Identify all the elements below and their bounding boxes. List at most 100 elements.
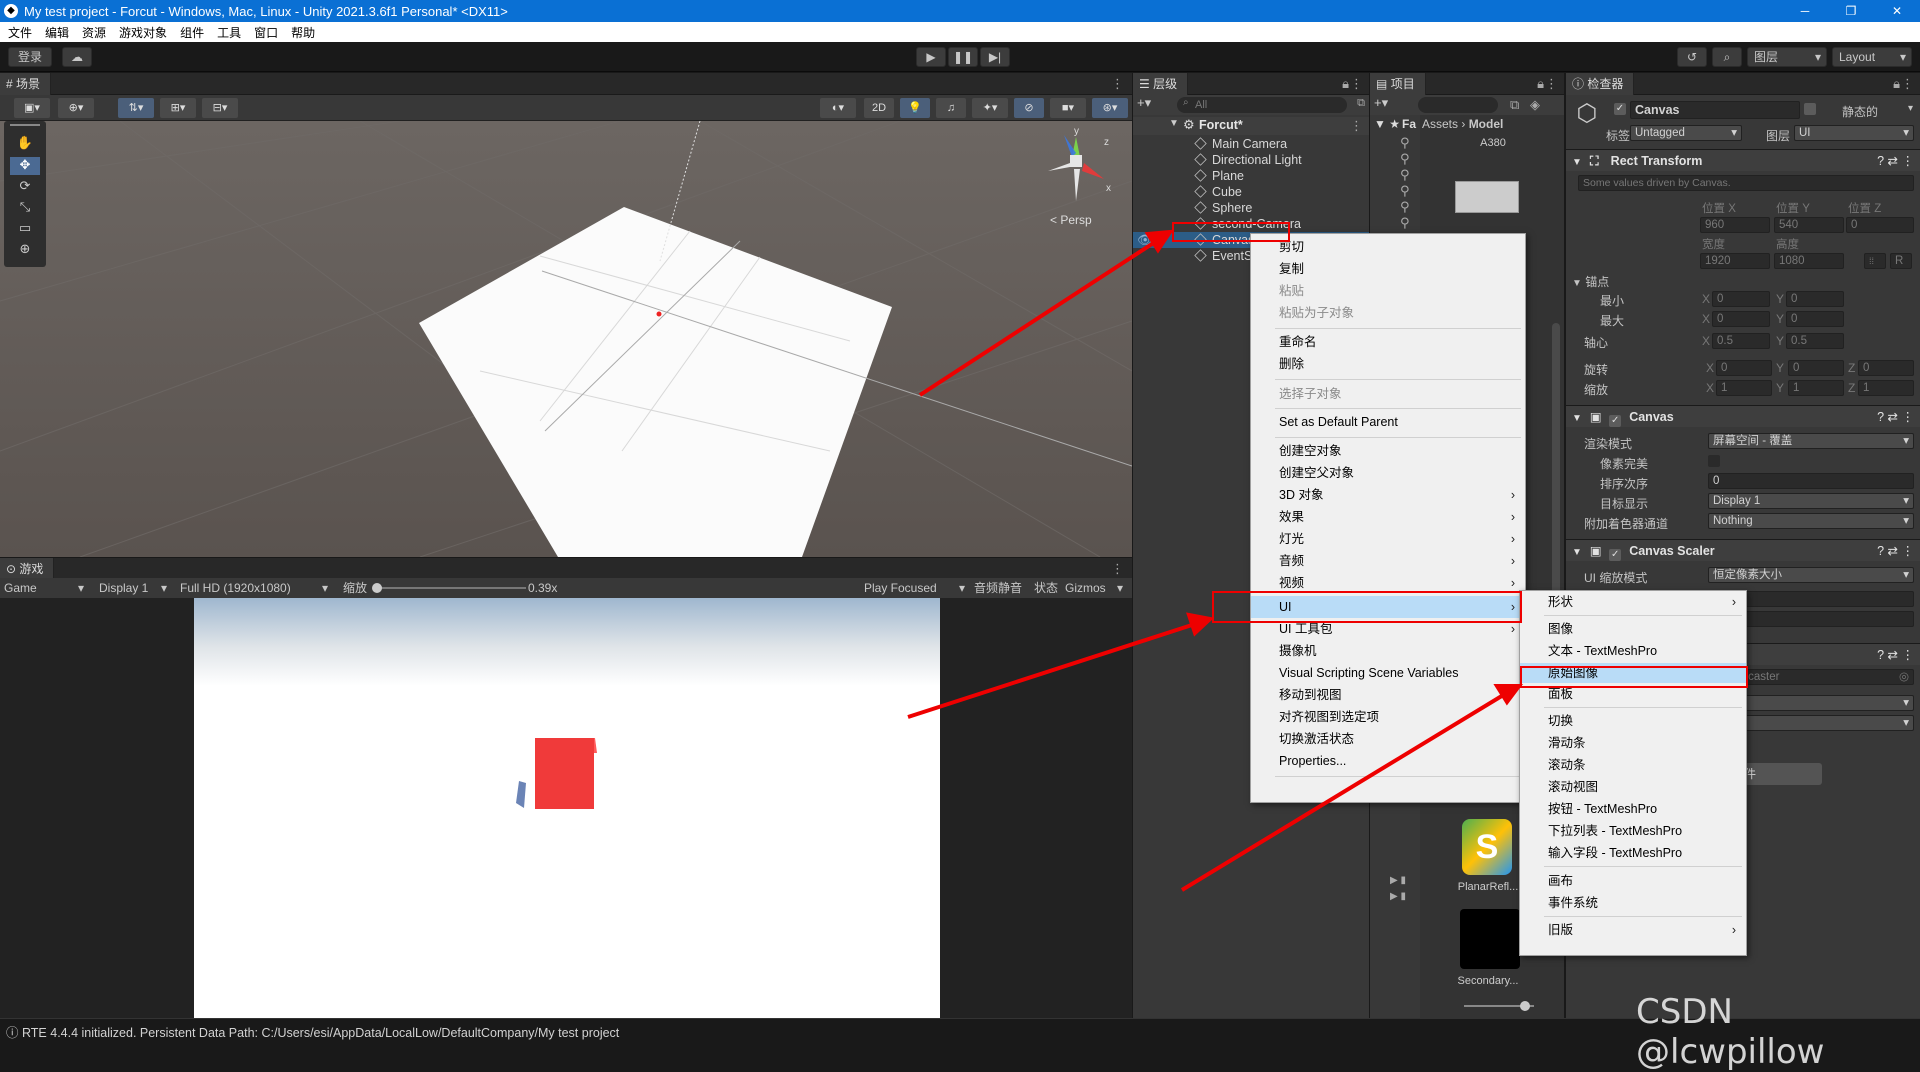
minimize-button[interactable]: ─ [1782, 0, 1828, 22]
target-display-dropdown[interactable]: Display 1 ▾ [1708, 493, 1914, 509]
menu-component[interactable]: 组件 [180, 24, 204, 41]
menu-item-align-view-to-selected[interactable]: 切换激活状态 [1251, 730, 1525, 748]
close-button[interactable]: ✕ [1874, 0, 1920, 22]
submenu-item-shape[interactable]: 形状 › [1520, 593, 1746, 611]
menu-item-delete[interactable]: 删除 [1251, 355, 1525, 373]
resolution-dropdown[interactable]: Full HD (1920x1080) ▾ [180, 578, 335, 598]
component-menu-icon[interactable]: ? ⇄ ⋮ [1877, 644, 1914, 666]
expand-arrow-icon[interactable]: ▼ [1572, 157, 1582, 168]
search-icon[interactable]: ⚲ [1400, 167, 1410, 183]
search-filter-icon[interactable]: ⧉ [1357, 97, 1365, 110]
tab-inspector[interactable]: ⓘ 检查器 [1566, 73, 1635, 95]
rotate-tool-icon[interactable]: ⟳ [10, 178, 40, 196]
rect-transform-header[interactable]: ▼ ⛶ Rect Transform ? ⇄ ⋮ [1566, 149, 1920, 171]
rect-tool-icon[interactable]: ▭ [10, 220, 40, 238]
pause-icon[interactable]: ❚❚ [948, 47, 978, 67]
component-menu-icon[interactable]: ? ⇄ ⋮ [1877, 540, 1914, 562]
render-texture-icon[interactable] [1460, 909, 1520, 969]
hierarchy-item[interactable]: EventS [1133, 248, 1252, 264]
search-icon[interactable]: ⚲ [1400, 135, 1410, 151]
scale-x-field[interactable]: 1 [1716, 380, 1772, 396]
expand-arrow-icon[interactable]: ▼ [1169, 118, 1179, 129]
menu-item-effects[interactable]: 效果 › [1251, 508, 1525, 526]
tab-hierarchy[interactable]: ☰ 层级 [1133, 73, 1189, 95]
canvas-scaler-header[interactable]: ▼ ▣ ✓ Canvas Scaler ? ⇄ ⋮ [1566, 539, 1920, 561]
sort-order-field[interactable]: 0 [1708, 473, 1914, 489]
menu-item-move-to-view[interactable]: 移动到视图 [1251, 686, 1525, 704]
scale-y-field[interactable]: 1 [1788, 380, 1844, 396]
panel-menu-icon[interactable]: ⋮ [1111, 561, 1124, 577]
object-name-field[interactable]: Canvas [1630, 101, 1800, 119]
tab-scene[interactable]: # 场景 [0, 73, 52, 95]
anchor-max-y-field[interactable]: 0 [1786, 311, 1844, 327]
component-enabled-checkbox[interactable]: ✓ [1609, 549, 1622, 561]
scale-z-field[interactable]: 1 [1858, 380, 1914, 396]
submenu-item-text-tmp[interactable]: 文本 - TextMeshPro [1520, 642, 1746, 660]
menu-item-audio[interactable]: 音频 › [1251, 552, 1525, 570]
menu-item-properties[interactable] [1251, 781, 1525, 799]
play-focused-dropdown[interactable]: Play Focused ▾ [864, 578, 968, 598]
menu-item-align-with-view[interactable]: 对齐视图到选定项 [1251, 708, 1525, 726]
menu-item-rename[interactable]: 重命名 [1251, 333, 1525, 351]
gizmos-icon[interactable]: ⊛▾ [1092, 98, 1128, 118]
menu-edit[interactable]: 编辑 [45, 24, 69, 41]
menu-tools[interactable]: 工具 [217, 24, 241, 41]
tab-game[interactable]: ⊙ 游戏 [0, 558, 55, 580]
scene-root-row[interactable]: ▼ ⚙ Forcut* ⋮ [1133, 117, 1369, 135]
play-icon[interactable]: ▶ [916, 47, 946, 67]
submenu-item-slider[interactable]: 滑动条 [1520, 734, 1746, 752]
submenu-item-input-field-tmp[interactable]: 输入字段 - TextMeshPro [1520, 844, 1746, 862]
lock-icon[interactable]: 🔒︎ [1537, 76, 1544, 92]
transform-tool-icon[interactable]: ⊕ [10, 241, 40, 259]
draw-mode-icon[interactable]: ▣▾ [14, 98, 50, 118]
submenu-item-image[interactable]: 图像 [1520, 620, 1746, 638]
hand-tool-icon[interactable]: ✋ [10, 135, 40, 153]
texture-thumbnail[interactable] [1455, 181, 1519, 213]
target-icon[interactable]: ◎ [1899, 670, 1909, 684]
search-icon[interactable]: ⚲ [1400, 183, 1410, 199]
anchor-min-y-field[interactable]: 0 [1786, 291, 1844, 307]
search-icon[interactable]: ⚲ [1400, 151, 1410, 167]
chevron-down-icon[interactable]: ▾ [1908, 103, 1913, 114]
pos-z-field[interactable]: 0 [1846, 217, 1914, 233]
submenu-item-dropdown-tmp[interactable]: 下拉列表 - TextMeshPro [1520, 822, 1746, 840]
rotation-x-field[interactable]: 0 [1716, 360, 1772, 376]
anchors-label[interactable]: ▼ 锚点 [1572, 273, 1609, 290]
move-tool-icon[interactable]: ✥ [10, 157, 40, 175]
render-mode-dropdown[interactable]: 屏幕空间 - 覆盖 ▾ [1708, 433, 1914, 449]
pixel-perfect-checkbox[interactable] [1708, 455, 1720, 467]
add-icon[interactable]: +▾ [1137, 95, 1151, 111]
folder-icon[interactable]: ▶ ▮ [1390, 891, 1406, 902]
menu-window[interactable]: 窗口 [254, 24, 278, 41]
history-icon[interactable]: ↺ [1677, 47, 1707, 67]
canvas-component-header[interactable]: ▼ ▣ ✓ Canvas ? ⇄ ⋮ [1566, 405, 1920, 427]
scale-tool-icon[interactable]: ⤡ [10, 199, 40, 217]
add-icon[interactable]: +▾ [1374, 95, 1388, 111]
menu-item-3d-object[interactable]: 3D 对象 › [1251, 486, 1525, 504]
submenu-item-canvas[interactable]: 画布 [1520, 872, 1746, 890]
pivot-x-field[interactable]: 0.5 [1712, 333, 1770, 349]
anchor-max-x-field[interactable]: 0 [1712, 311, 1770, 327]
tab-project[interactable]: ▤ 项目 [1370, 73, 1426, 95]
active-checkbox[interactable]: ✓ [1614, 103, 1626, 115]
submenu-item-legacy[interactable]: 旧版 › [1520, 921, 1746, 939]
search-icon[interactable]: ⚲ [1400, 199, 1410, 215]
shading-icon[interactable]: ◐▾ [820, 98, 856, 118]
hierarchy-search-input[interactable]: All [1177, 97, 1347, 113]
hierarchy-item[interactable]: Cube [1133, 184, 1242, 200]
filter-label-icon[interactable]: ◈ [1530, 97, 1540, 113]
hierarchy-item[interactable]: Directional Light [1133, 152, 1302, 168]
menu-item-visual-scripting[interactable]: Visual Scripting Scene Variables [1251, 664, 1525, 682]
menu-gameobject[interactable]: 游戏对象 [119, 24, 167, 41]
layers-dropdown[interactable]: 图层 ▾ [1747, 47, 1827, 67]
visibility-icon[interactable]: 👁︎ [1137, 232, 1153, 248]
breadcrumb-assets[interactable]: Assets [1422, 117, 1458, 131]
perspective-label[interactable]: < Persp [1050, 213, 1092, 227]
hierarchy-item[interactable]: Sphere [1133, 200, 1252, 216]
camera-icon[interactable]: ■▾ [1050, 98, 1086, 118]
expand-arrow-icon[interactable]: ▼ [1572, 413, 1582, 424]
game-viewport[interactable] [0, 598, 1132, 1018]
tag-dropdown[interactable]: Untagged ▾ [1630, 125, 1742, 141]
blueprint-mode-icon[interactable]: ⁞⁞ [1864, 253, 1886, 269]
scale-slider-knob[interactable] [372, 583, 382, 593]
